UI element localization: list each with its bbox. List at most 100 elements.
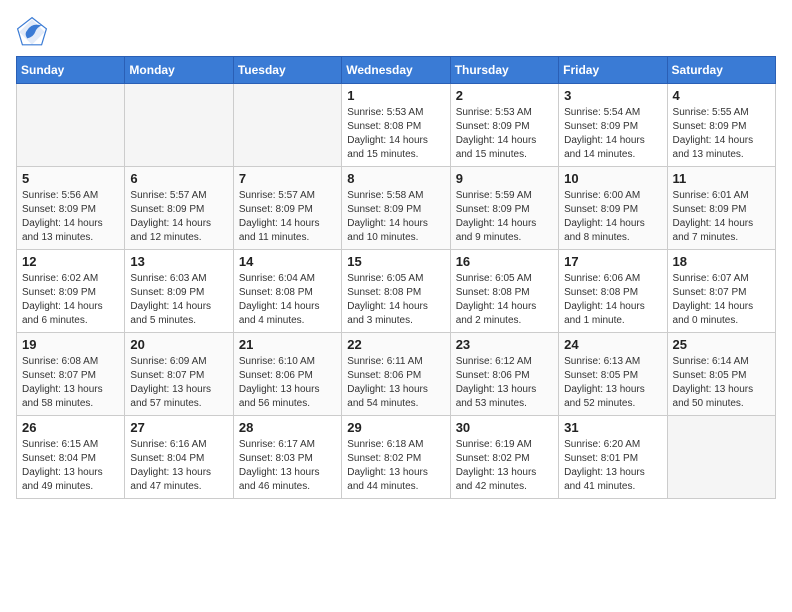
- day-number: 7: [239, 171, 336, 186]
- calendar-day-cell: 30Sunrise: 6:19 AM Sunset: 8:02 PM Dayli…: [450, 416, 558, 499]
- day-info: Sunrise: 5:55 AM Sunset: 8:09 PM Dayligh…: [673, 106, 770, 162]
- calendar-week-row: 12 Sunrise: 6:02 AM Sunset: 8:09 PM Dayli…: [17, 250, 776, 333]
- day-info: Sunrise: 5:53 AM Sunset: 8:09 PM Dayligh…: [456, 106, 553, 162]
- day-number: 12: [22, 254, 119, 269]
- day-info: Sunrise: 6:11 AM Sunset: 8:06 PM Dayligh…: [347, 355, 444, 411]
- calendar-day-cell: 23Sunrise: 6:12 AM Sunset: 8:06 PM Dayli…: [450, 333, 558, 416]
- calendar-week-row: 5 Sunrise: 5:56 AM Sunset: 8:09 PM Daylig…: [17, 167, 776, 250]
- day-info: Sunrise: 6:01 AM Sunset: 8:09 PM Dayligh…: [673, 189, 770, 245]
- calendar-day-cell: 17 Sunrise: 6:06 AM Sunset: 8:08 PM Dayli…: [559, 250, 667, 333]
- calendar-day-cell: 24 Sunrise: 6:13 AM Sunset: 8:05 PM Dayli…: [559, 333, 667, 416]
- calendar-day-cell: 31Sunrise: 6:20 AM Sunset: 8:01 PM Dayli…: [559, 416, 667, 499]
- day-info: Sunrise: 6:17 AM Sunset: 8:03 PM Dayligh…: [239, 438, 336, 494]
- calendar-day-cell: 12 Sunrise: 6:02 AM Sunset: 8:09 PM Dayli…: [17, 250, 125, 333]
- weekday-header: Friday: [559, 57, 667, 84]
- day-number: 10: [564, 171, 661, 186]
- day-number: 19: [22, 337, 119, 352]
- calendar-week-row: 19 Sunrise: 6:08 AM Sunset: 8:07 PM Dayli…: [17, 333, 776, 416]
- calendar-day-cell: 7 Sunrise: 5:57 AM Sunset: 8:09 PM Daylig…: [233, 167, 341, 250]
- calendar-day-cell: [667, 416, 775, 499]
- day-number: 24: [564, 337, 661, 352]
- weekday-header: Saturday: [667, 57, 775, 84]
- calendar-day-cell: 14 Sunrise: 6:04 AM Sunset: 8:08 PM Dayli…: [233, 250, 341, 333]
- day-number: 4: [673, 88, 770, 103]
- day-info: Sunrise: 6:13 AM Sunset: 8:05 PM Dayligh…: [564, 355, 661, 411]
- day-info: Sunrise: 6:10 AM Sunset: 8:06 PM Dayligh…: [239, 355, 336, 411]
- calendar-day-cell: 4 Sunrise: 5:55 AM Sunset: 8:09 PM Daylig…: [667, 84, 775, 167]
- day-number: 13: [130, 254, 227, 269]
- page-header: [16, 16, 776, 48]
- calendar-day-cell: 9 Sunrise: 5:59 AM Sunset: 8:09 PM Daylig…: [450, 167, 558, 250]
- day-info: Sunrise: 6:08 AM Sunset: 8:07 PM Dayligh…: [22, 355, 119, 411]
- calendar-day-cell: 18 Sunrise: 6:07 AM Sunset: 8:07 PM Dayli…: [667, 250, 775, 333]
- day-number: 11: [673, 171, 770, 186]
- weekday-header: Monday: [125, 57, 233, 84]
- weekday-header: Wednesday: [342, 57, 450, 84]
- day-info: Sunrise: 5:56 AM Sunset: 8:09 PM Dayligh…: [22, 189, 119, 245]
- day-info: Sunrise: 6:19 AM Sunset: 8:02 PM Dayligh…: [456, 438, 553, 494]
- day-number: 28: [239, 420, 336, 435]
- calendar-day-cell: 21 Sunrise: 6:10 AM Sunset: 8:06 PM Dayli…: [233, 333, 341, 416]
- day-number: 27: [130, 420, 227, 435]
- calendar-day-cell: 11 Sunrise: 6:01 AM Sunset: 8:09 PM Dayli…: [667, 167, 775, 250]
- day-number: 17: [564, 254, 661, 269]
- day-number: 31: [564, 420, 661, 435]
- calendar-day-cell: 22 Sunrise: 6:11 AM Sunset: 8:06 PM Dayli…: [342, 333, 450, 416]
- calendar-day-cell: [17, 84, 125, 167]
- calendar-header: SundayMondayTuesdayWednesdayThursdayFrid…: [17, 57, 776, 84]
- day-info: Sunrise: 5:57 AM Sunset: 8:09 PM Dayligh…: [130, 189, 227, 245]
- calendar-week-row: 26 Sunrise: 6:15 AM Sunset: 8:04 PM Dayli…: [17, 416, 776, 499]
- calendar-table: SundayMondayTuesdayWednesdayThursdayFrid…: [16, 56, 776, 499]
- day-info: Sunrise: 6:16 AM Sunset: 8:04 PM Dayligh…: [130, 438, 227, 494]
- day-info: Sunrise: 6:18 AM Sunset: 8:02 PM Dayligh…: [347, 438, 444, 494]
- day-number: 22: [347, 337, 444, 352]
- day-info: Sunrise: 6:07 AM Sunset: 8:07 PM Dayligh…: [673, 272, 770, 328]
- day-info: Sunrise: 6:00 AM Sunset: 8:09 PM Dayligh…: [564, 189, 661, 245]
- day-number: 14: [239, 254, 336, 269]
- day-number: 21: [239, 337, 336, 352]
- calendar-day-cell: 27 Sunrise: 6:16 AM Sunset: 8:04 PM Dayli…: [125, 416, 233, 499]
- day-info: Sunrise: 6:15 AM Sunset: 8:04 PM Dayligh…: [22, 438, 119, 494]
- day-info: Sunrise: 5:59 AM Sunset: 8:09 PM Dayligh…: [456, 189, 553, 245]
- weekday-header: Sunday: [17, 57, 125, 84]
- day-info: Sunrise: 6:03 AM Sunset: 8:09 PM Dayligh…: [130, 272, 227, 328]
- weekday-header: Tuesday: [233, 57, 341, 84]
- calendar-day-cell: 28 Sunrise: 6:17 AM Sunset: 8:03 PM Dayli…: [233, 416, 341, 499]
- day-info: Sunrise: 6:14 AM Sunset: 8:05 PM Dayligh…: [673, 355, 770, 411]
- calendar-day-cell: 6Sunrise: 5:57 AM Sunset: 8:09 PM Daylig…: [125, 167, 233, 250]
- day-info: Sunrise: 6:05 AM Sunset: 8:08 PM Dayligh…: [456, 272, 553, 328]
- calendar-day-cell: 13 Sunrise: 6:03 AM Sunset: 8:09 PM Dayli…: [125, 250, 233, 333]
- day-number: 9: [456, 171, 553, 186]
- day-info: Sunrise: 6:04 AM Sunset: 8:08 PM Dayligh…: [239, 272, 336, 328]
- calendar-day-cell: [125, 84, 233, 167]
- calendar-day-cell: 8Sunrise: 5:58 AM Sunset: 8:09 PM Daylig…: [342, 167, 450, 250]
- day-number: 18: [673, 254, 770, 269]
- day-number: 20: [130, 337, 227, 352]
- day-info: Sunrise: 5:54 AM Sunset: 8:09 PM Dayligh…: [564, 106, 661, 162]
- day-info: Sunrise: 6:09 AM Sunset: 8:07 PM Dayligh…: [130, 355, 227, 411]
- calendar-week-row: 1Sunrise: 5:53 AM Sunset: 8:08 PM Daylig…: [17, 84, 776, 167]
- day-number: 29: [347, 420, 444, 435]
- calendar-day-cell: 15Sunrise: 6:05 AM Sunset: 8:08 PM Dayli…: [342, 250, 450, 333]
- calendar-day-cell: 29 Sunrise: 6:18 AM Sunset: 8:02 PM Dayli…: [342, 416, 450, 499]
- day-number: 16: [456, 254, 553, 269]
- calendar-day-cell: 1Sunrise: 5:53 AM Sunset: 8:08 PM Daylig…: [342, 84, 450, 167]
- calendar-day-cell: 19 Sunrise: 6:08 AM Sunset: 8:07 PM Dayli…: [17, 333, 125, 416]
- day-info: Sunrise: 6:05 AM Sunset: 8:08 PM Dayligh…: [347, 272, 444, 328]
- weekday-header: Thursday: [450, 57, 558, 84]
- day-info: Sunrise: 5:57 AM Sunset: 8:09 PM Dayligh…: [239, 189, 336, 245]
- day-info: Sunrise: 6:02 AM Sunset: 8:09 PM Dayligh…: [22, 272, 119, 328]
- day-info: Sunrise: 5:58 AM Sunset: 8:09 PM Dayligh…: [347, 189, 444, 245]
- day-number: 23: [456, 337, 553, 352]
- calendar-day-cell: [233, 84, 341, 167]
- logo-icon: [16, 16, 48, 48]
- day-number: 2: [456, 88, 553, 103]
- calendar-day-cell: 16 Sunrise: 6:05 AM Sunset: 8:08 PM Dayli…: [450, 250, 558, 333]
- day-number: 26: [22, 420, 119, 435]
- logo: [16, 16, 52, 48]
- calendar-day-cell: 10 Sunrise: 6:00 AM Sunset: 8:09 PM Dayli…: [559, 167, 667, 250]
- day-number: 5: [22, 171, 119, 186]
- day-info: Sunrise: 6:06 AM Sunset: 8:08 PM Dayligh…: [564, 272, 661, 328]
- calendar-day-cell: 26 Sunrise: 6:15 AM Sunset: 8:04 PM Dayli…: [17, 416, 125, 499]
- calendar-day-cell: 5 Sunrise: 5:56 AM Sunset: 8:09 PM Daylig…: [17, 167, 125, 250]
